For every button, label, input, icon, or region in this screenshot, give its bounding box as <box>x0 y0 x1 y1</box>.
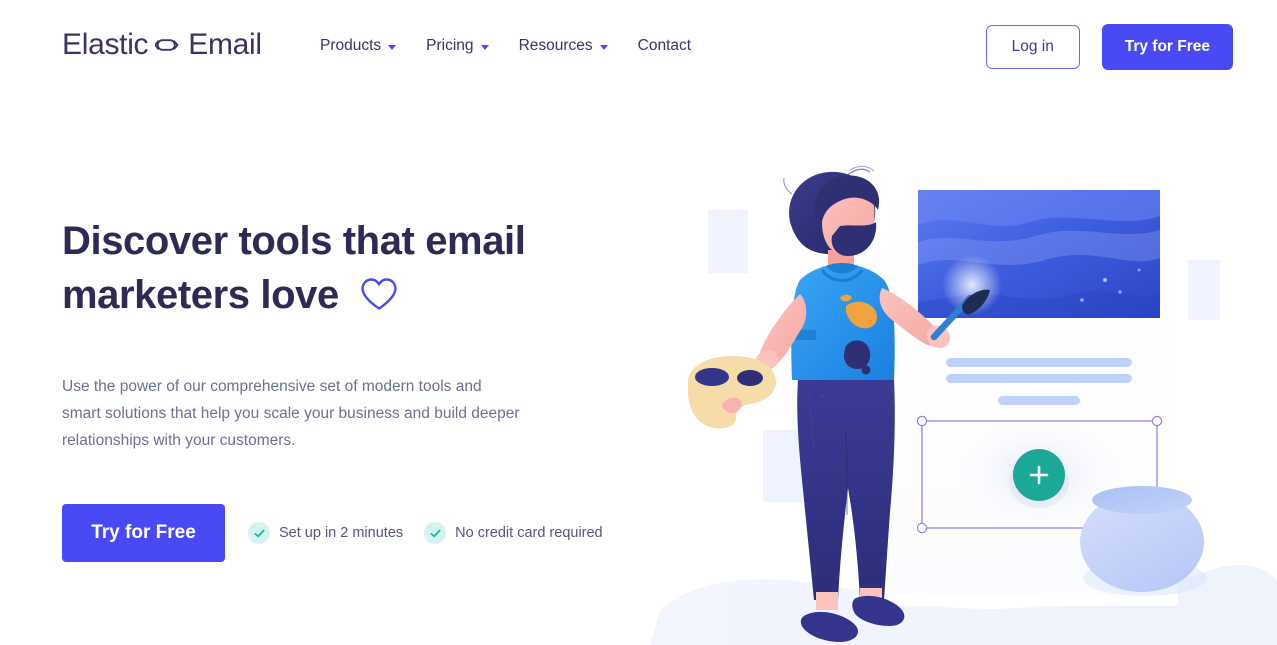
selection-handle-top-left <box>916 415 928 427</box>
page-title: Discover tools that email marketers love <box>62 214 562 325</box>
feature-no-credit-card: No credit card required <box>424 522 603 544</box>
main-navigation: Products Pricing Resources Contact <box>320 33 691 59</box>
artist-painting-email-template-illustration <box>650 130 1277 645</box>
hero-content: Discover tools that email marketers love… <box>62 214 622 562</box>
brand-logo[interactable]: Elastic Email <box>62 28 262 62</box>
chevron-down-icon <box>388 44 397 50</box>
check-circle-icon <box>248 522 270 544</box>
selection-handle-top-right <box>1151 415 1163 427</box>
logo-word-email: Email <box>188 28 262 61</box>
nav-label-pricing: Pricing <box>426 37 474 54</box>
login-button[interactable]: Log in <box>985 25 1080 69</box>
logo-word-elastic: Elastic <box>62 28 149 61</box>
hero-try-for-free-button[interactable]: Try for Free <box>62 504 225 562</box>
selection-handle-bottom-left <box>916 522 928 534</box>
feature-label-setup-time: Set up in 2 minutes <box>279 525 404 541</box>
nav-label-contact: Contact <box>637 37 692 54</box>
nav-label-products: Products <box>320 37 382 54</box>
nav-item-resources[interactable]: Resources <box>519 33 608 59</box>
hero-cta-row: Try for Free Set up in 2 minutes No cred… <box>62 504 622 562</box>
site-header: Elastic Email Products Pricing Resources <box>0 0 1277 92</box>
paint-palette <box>688 356 776 429</box>
header-try-for-free-button[interactable]: Try for Free <box>1101 24 1233 70</box>
nav-item-products[interactable]: Products <box>320 33 397 59</box>
landing-page: Elastic Email Products Pricing Resources <box>0 0 1277 645</box>
feature-label-no-credit-card: No credit card required <box>455 525 603 541</box>
feature-setup-time: Set up in 2 minutes <box>248 522 403 544</box>
headline-line-2: marketers love <box>62 273 339 317</box>
headline-line-1: Discover tools that email <box>62 219 526 263</box>
hero-feature-list: Set up in 2 minutes No credit card requi… <box>248 522 603 544</box>
blue-sphere <box>1080 486 1207 596</box>
nav-item-contact[interactable]: Contact <box>638 33 691 59</box>
chevron-down-icon <box>599 44 608 50</box>
auth-actions: Log in Try for Free <box>985 24 1233 70</box>
heart-outline-icon <box>360 271 398 325</box>
nav-item-pricing[interactable]: Pricing <box>426 33 489 59</box>
nav-label-resources: Resources <box>518 37 593 54</box>
chevron-down-icon <box>480 44 489 50</box>
hero-description: Use the power of our comprehensive set o… <box>62 378 520 449</box>
check-circle-icon <box>424 522 447 544</box>
link-loop-icon <box>155 37 181 53</box>
